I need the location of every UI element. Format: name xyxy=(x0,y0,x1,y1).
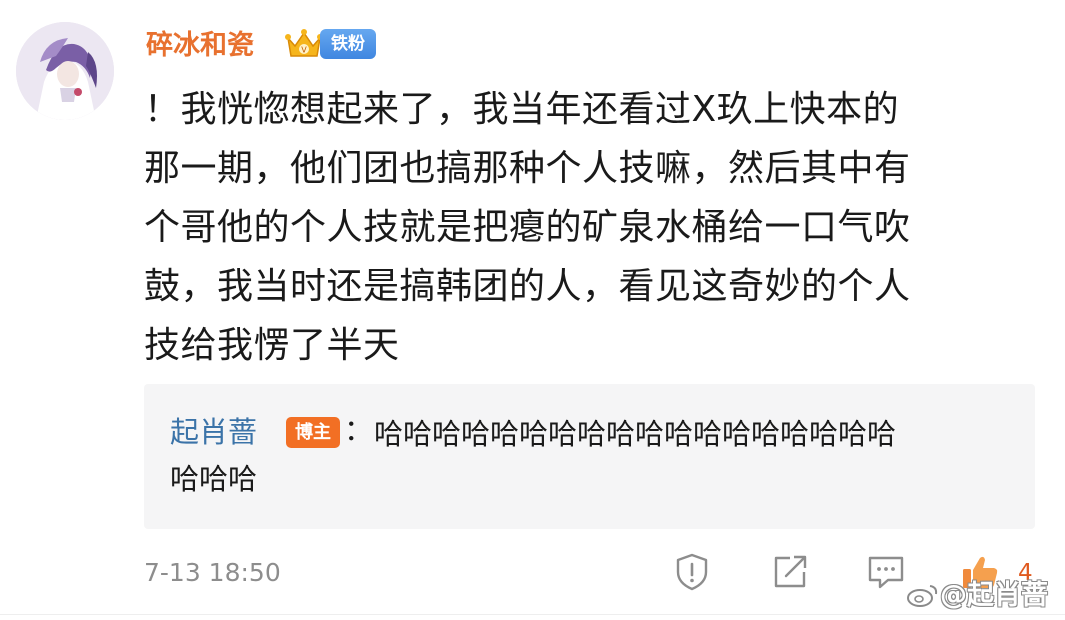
reply-box[interactable]: 起肖蔷 博主 ： 哈哈哈哈哈哈哈哈哈哈哈哈哈哈哈哈哈哈 哈哈哈 xyxy=(144,384,1035,529)
svg-text:V: V xyxy=(301,46,307,55)
weibo-logo-icon xyxy=(907,585,938,607)
comment-card: 碎冰和瓷 V 铁粉 ！我恍惚想起来了，我当年还看过X玖上快本的 那一期，他们团也… xyxy=(0,0,1065,620)
avatar-image xyxy=(16,22,114,120)
reply-author[interactable]: 起肖蔷 xyxy=(170,414,257,450)
reply-text-line2: 哈哈哈 xyxy=(170,462,258,496)
report-icon[interactable] xyxy=(672,552,712,592)
watermark-text: @起肖蔷 xyxy=(940,580,1048,611)
avatar[interactable] xyxy=(16,22,114,120)
fan-badge[interactable]: 铁粉 xyxy=(320,29,376,59)
comment-icon[interactable] xyxy=(866,552,906,592)
comment-username[interactable]: 碎冰和瓷 xyxy=(146,28,254,64)
share-icon[interactable] xyxy=(770,552,810,592)
comment-text: ！我恍惚想起来了，我当年还看过X玖上快本的 那一期，他们团也搞那种个人技嘛，然后… xyxy=(144,89,911,366)
blogger-badge: 博主 xyxy=(286,417,340,448)
watermark: @起肖蔷 xyxy=(906,580,1048,612)
divider xyxy=(0,614,1065,615)
reply-text-line1: 哈哈哈哈哈哈哈哈哈哈哈哈哈哈哈哈哈哈 xyxy=(374,417,897,451)
reply-colon: ： xyxy=(344,413,374,447)
comment-timestamp: 7-13 18:50 xyxy=(144,558,281,587)
crown-icon: V xyxy=(285,29,323,57)
